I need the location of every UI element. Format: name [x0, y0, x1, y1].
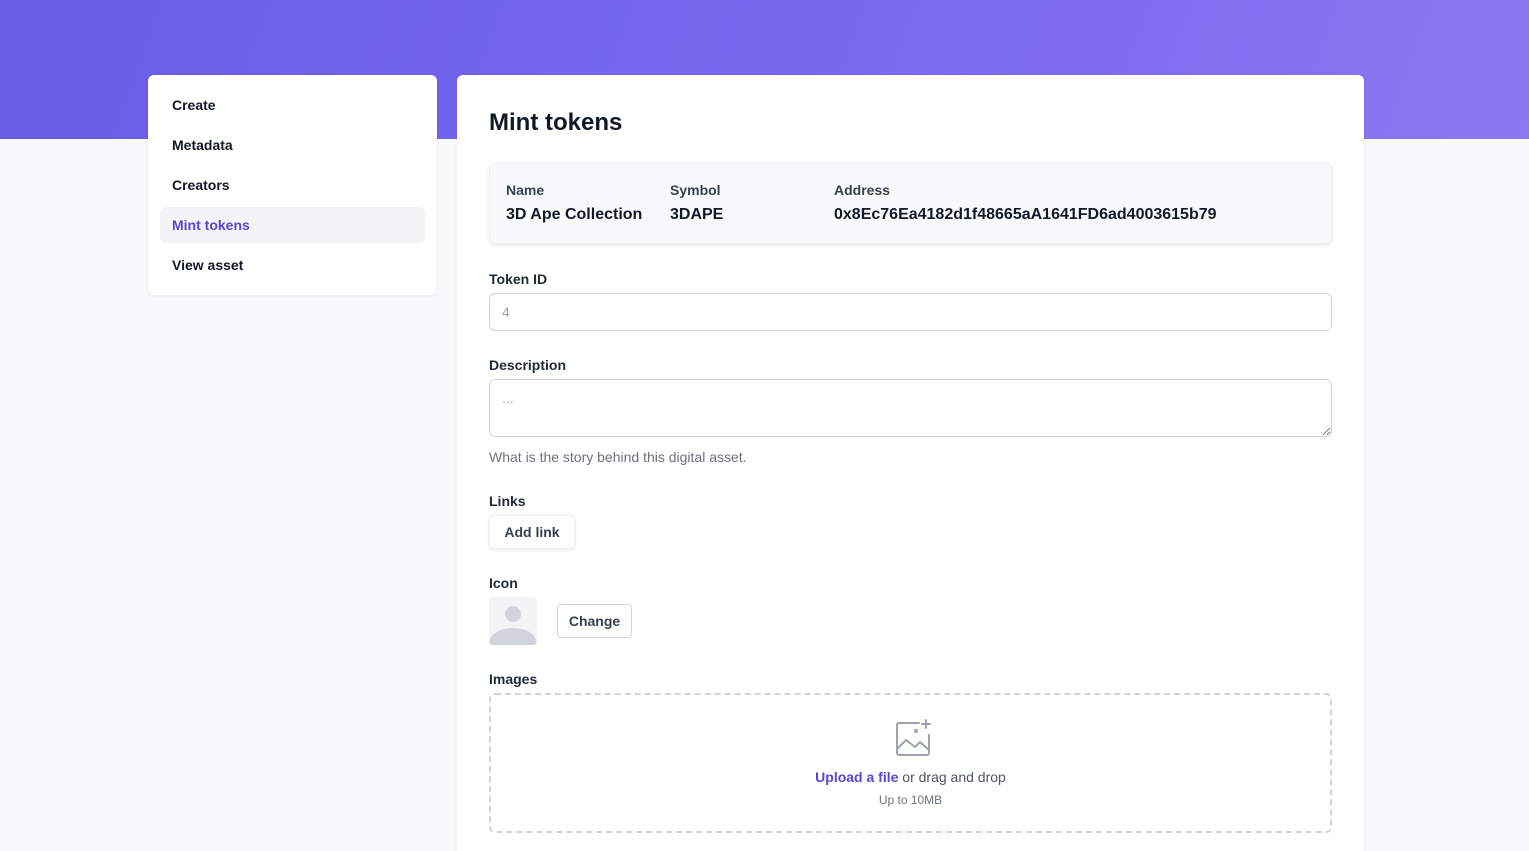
image-add-icon [893, 717, 933, 762]
description-help-text: What is the story behind this digital as… [489, 449, 747, 465]
sidebar-item-creators[interactable]: Creators [160, 167, 425, 203]
upload-size-limit: Up to 10MB [878, 793, 943, 807]
change-icon-button[interactable]: Change [557, 604, 632, 638]
upload-file-link[interactable]: Upload a file [815, 769, 898, 785]
links-label: Links [489, 493, 526, 509]
token-id-label: Token ID [489, 271, 548, 287]
token-id-input[interactable] [489, 293, 1332, 331]
description-label: Description [489, 357, 567, 373]
upload-instructions: Upload a file or drag and drop [491, 769, 1330, 785]
page-title: Mint tokens [489, 109, 623, 136]
info-name-value: 3D Ape Collection [506, 206, 643, 223]
info-name-label: Name [506, 182, 545, 198]
info-symbol-label: Symbol [670, 182, 721, 198]
info-symbol-value: 3DAPE [670, 206, 724, 223]
icon-label: Icon [489, 575, 518, 591]
image-dropzone[interactable]: Upload a file or drag and drop Up to 10M… [489, 693, 1332, 833]
sidebar-item-create[interactable]: Create [160, 87, 425, 123]
sidebar-item-mint-tokens[interactable]: Mint tokens [160, 207, 425, 243]
info-symbol: Symbol 3DAPE [670, 182, 723, 224]
info-address: Address 0x8Ec76Ea4182d1f48665aA1641FD6ad… [834, 182, 1217, 224]
main-panel: Mint tokens Name 3D Ape Collection Symbo… [457, 75, 1364, 851]
info-name: Name 3D Ape Collection [506, 182, 642, 224]
user-placeholder-icon [489, 597, 537, 645]
collection-info-card: Name 3D Ape Collection Symbol 3DAPE Addr… [489, 163, 1332, 244]
sidebar-nav: Create Metadata Creators Mint tokens Vie… [148, 75, 437, 295]
sidebar-item-view-asset[interactable]: View asset [160, 247, 425, 283]
description-textarea[interactable] [489, 379, 1332, 437]
sidebar-item-metadata[interactable]: Metadata [160, 127, 425, 163]
drag-drop-text: or drag and drop [898, 769, 1006, 785]
info-address-value: 0x8Ec76Ea4182d1f48665aA1641FD6ad4003615b… [834, 206, 1217, 223]
info-address-label: Address [834, 182, 891, 198]
images-label: Images [489, 671, 538, 687]
add-link-button[interactable]: Add link [489, 515, 575, 549]
